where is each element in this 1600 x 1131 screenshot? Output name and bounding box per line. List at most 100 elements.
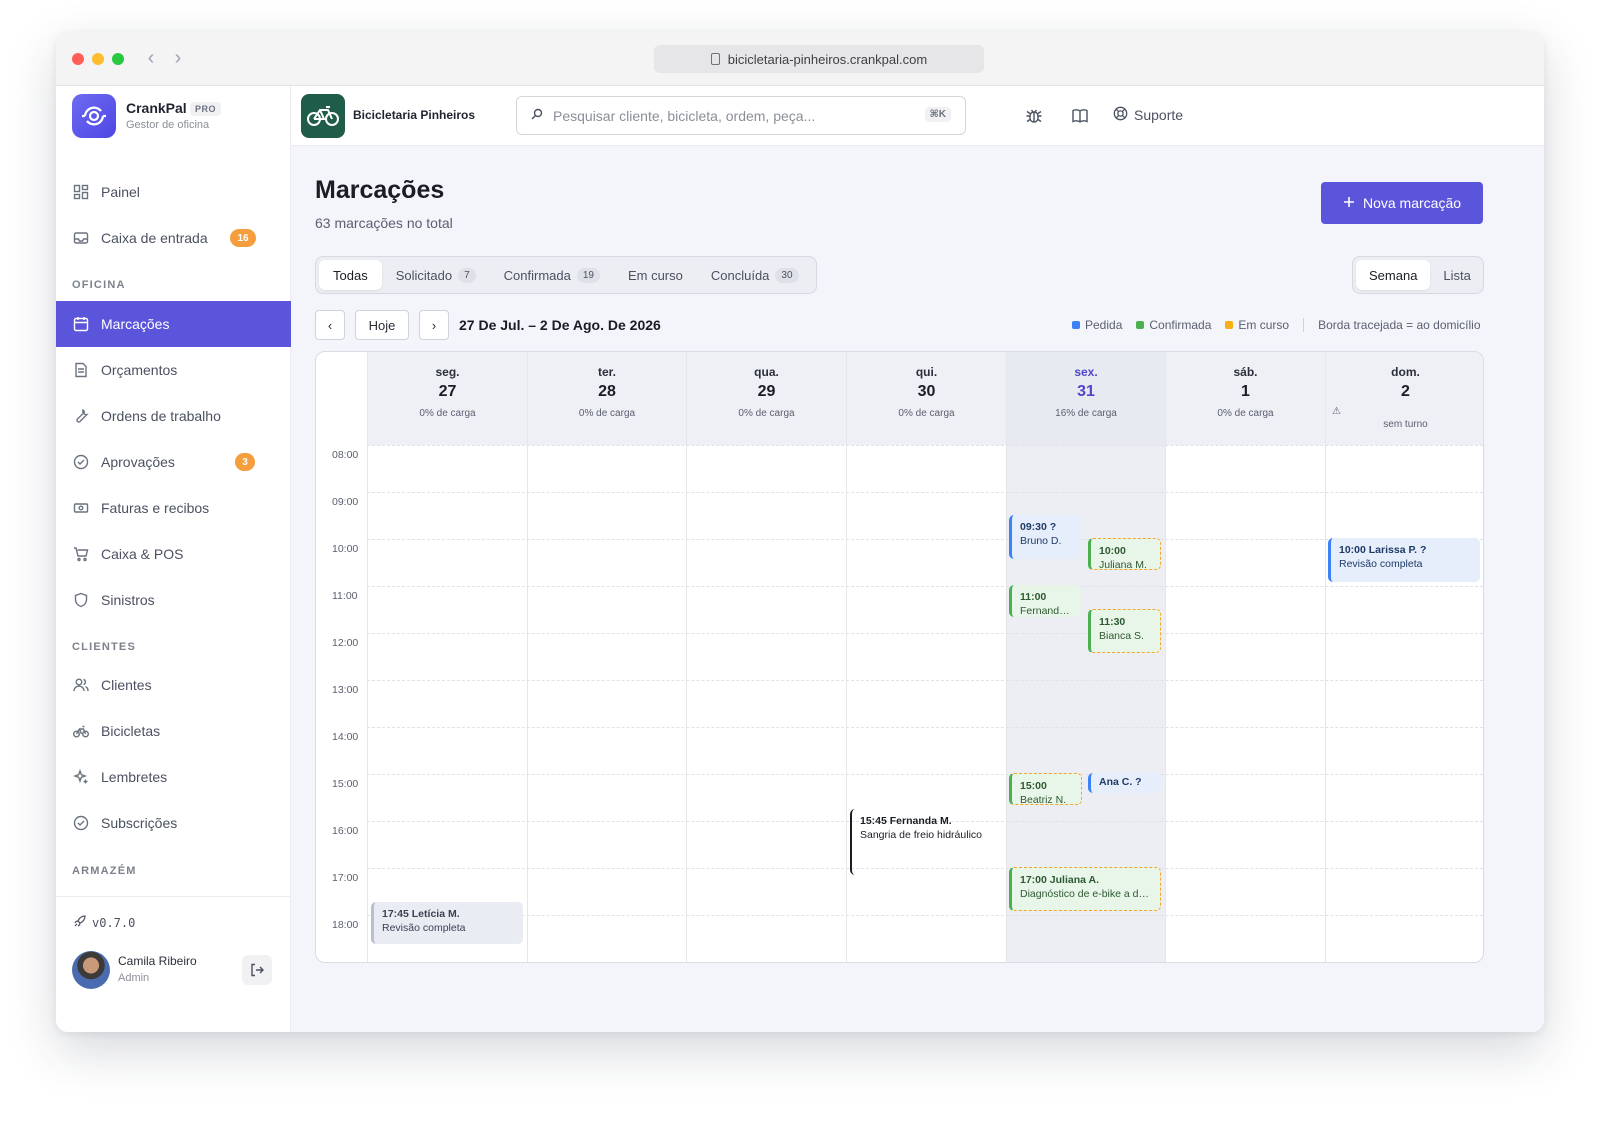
hour-gridline [367,445,1483,446]
filter-tab-em-curso[interactable]: Em curso [614,260,697,290]
appointment-card[interactable]: 17:45 Letícia M. Revisão completa [371,902,523,944]
brand-subtitle: Gestor de oficina [126,119,210,131]
crankpal-logo[interactable] [72,94,116,138]
sidebar-item-label: Faturas e recibos [101,500,210,516]
appointment-card[interactable]: 15:00 Beatriz N. [1009,773,1082,805]
day-date: 31 [1077,383,1095,400]
hour-gridline [367,915,1483,916]
day-column-mon[interactable] [367,445,527,962]
day-column-sun[interactable] [1325,445,1483,962]
day-column-sat[interactable] [1165,445,1325,962]
forward-arrow-icon[interactable]: › [168,47,188,70]
filter-tab-concluida[interactable]: Concluída 30 [697,260,813,290]
topbar: Bicicletaria Pinheiros ⌘K Suporte [291,86,1544,146]
hour-gridline [367,727,1483,728]
new-appointment-button[interactable]: Nova marcação [1321,182,1483,224]
sidebar-item-caixa-de-entrada[interactable]: Caixa de entrada 16 [56,215,291,261]
sidebar-item-aprovacoes[interactable]: Aprovações 3 [56,439,291,485]
day-header-sun[interactable]: dom. 2 ⚠ sem turno [1325,352,1483,445]
legend-in-progress: Em curso [1225,318,1289,332]
back-arrow-icon[interactable]: ‹ [141,47,161,70]
sidebar-item-clientes[interactable]: Clientes [56,662,291,708]
hour-label: 10:00 [332,543,359,555]
today-button[interactable]: Hoje [355,310,409,340]
avatar[interactable] [72,951,110,989]
calendar-icon [72,315,90,333]
shop-logo[interactable] [301,94,345,138]
address-bar[interactable]: bicicletaria-pinheiros.crankpal.com [654,45,984,73]
filter-count: 19 [576,267,600,283]
check-circle-icon [72,814,90,832]
section-clientes: CLIENTES [72,641,136,653]
sidebar-item-caixa-pos[interactable]: Caixa & POS [56,531,291,577]
legend-label: Confirmada [1149,318,1212,332]
appointment-detail: Revisão completa [382,922,466,934]
filter-tab-confirmada[interactable]: Confirmada 19 [490,260,614,290]
sidebar-item-sinistros[interactable]: Sinistros [56,577,291,623]
hour-gridline [367,539,1483,540]
appointment-card[interactable]: 11:00 Fernanda ... [1009,585,1081,617]
legend-label: Em curso [1238,318,1290,332]
user-role: Admin [118,972,150,984]
appointment-detail: Revisão completa [1339,558,1423,570]
appointment-card[interactable]: 10:00 Larissa P. ? Revisão completa [1328,538,1480,582]
maximize-window-button[interactable] [112,53,124,65]
sidebar-item-faturas-e-recibos[interactable]: Faturas e recibos [56,485,291,531]
hour-gridline [367,774,1483,775]
sidebar-item-bicicletas[interactable]: Bicicletas [56,708,291,754]
warning-icon: ⚠ [1332,406,1341,417]
inbox-icon [72,229,90,247]
day-header-thu[interactable]: qui. 30 0% de carga [846,352,1006,445]
appointment-card[interactable]: 10:00 Juliana M. [1088,538,1161,570]
day-header-wed[interactable]: qua. 29 0% de carga [686,352,846,445]
logout-button[interactable] [242,955,272,985]
appointment-detail: Fernanda ... [1020,605,1073,617]
view-list-tab[interactable]: Lista [1430,260,1483,290]
hour-gridline [367,633,1483,634]
book-icon[interactable] [1070,106,1090,126]
day-header-sat[interactable]: sáb. 1 0% de carga [1165,352,1325,445]
sidebar-item-label: Subscrições [101,815,178,831]
search-input[interactable] [553,107,913,124]
day-header-tue[interactable]: ter. 28 0% de carga [527,352,686,445]
bug-report-icon[interactable] [1024,106,1044,126]
appointment-card[interactable]: 11:30 Bianca S. [1088,609,1161,653]
sidebar-item-painel[interactable]: Painel [56,169,291,215]
next-week-button[interactable]: › [419,310,449,340]
appointment-card[interactable]: 15:45 Fernanda M. Sangria de freio hidrá… [850,809,1000,875]
sidebar-item-lembretes[interactable]: Lembretes [56,754,291,800]
support-link[interactable]: Suporte [1113,106,1183,124]
sidebar-item-marcacoes[interactable]: Marcações [56,301,291,347]
appointment-card[interactable]: Ana C. ? [1088,773,1161,793]
view-week-tab[interactable]: Semana [1356,260,1431,290]
day-name: dom. [1391,365,1420,379]
day-column-thu[interactable] [846,445,1006,962]
sidebar-item-ordens-de-trabalho[interactable]: Ordens de trabalho [56,393,291,439]
search-box[interactable]: ⌘K [516,96,966,135]
sidebar-item-orcamentos[interactable]: Orçamentos [56,347,291,393]
day-header-fri[interactable]: sex. 31 16% de carga [1006,352,1165,445]
day-column-tue[interactable] [527,445,686,962]
search-shortcut: ⌘K [924,107,951,122]
hour-label: 09:00 [332,496,359,508]
prev-week-button[interactable]: ‹ [315,310,345,340]
hour-label: 17:00 [332,872,359,884]
close-window-button[interactable] [72,53,84,65]
hour-gridline [367,492,1483,493]
hour-label: 12:00 [332,637,359,649]
filter-tab-todas[interactable]: Todas [319,260,382,290]
sidebar-item-subscricoes[interactable]: Subscrições [56,800,291,846]
appointment-card[interactable]: 17:00 Juliana A. Diagnóstico de e-bike a… [1009,867,1161,911]
filter-label: Em curso [627,267,683,283]
section-armazem: ARMAZÉM [72,865,137,877]
hour-label: 14:00 [332,731,359,743]
appointment-card[interactable]: 09:30 ? Bruno D. [1009,515,1081,559]
sidebar-item-label: Ordens de trabalho [101,408,221,424]
day-header-mon[interactable]: seg. 27 0% de carga [367,352,527,445]
hour-gridline [367,680,1483,681]
browser-titlebar: ‹ › bicicletaria-pinheiros.crankpal.com [56,32,1544,86]
minimize-window-button[interactable] [92,53,104,65]
filter-tab-solicitado[interactable]: Solicitado 7 [382,260,490,290]
day-column-wed[interactable] [686,445,846,962]
day-date: 30 [917,383,936,400]
